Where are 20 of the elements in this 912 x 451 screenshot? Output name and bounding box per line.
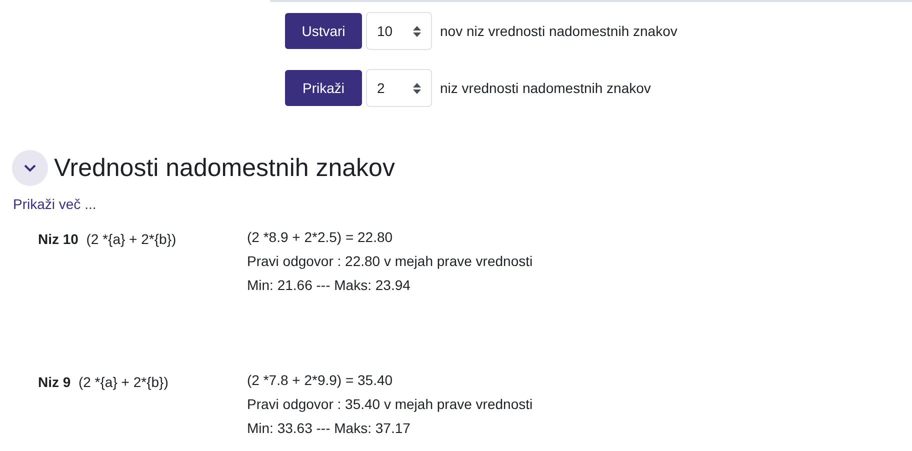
number-dropdown[interactable]: 10 xyxy=(366,12,432,50)
result-text: Pravi odgovor : 22.80 v mejah prave vrednosti xyxy=(247,252,533,271)
show-more-link[interactable]: Prikaži več ... xyxy=(13,194,96,215)
collapse-toggle[interactable] xyxy=(12,150,48,186)
section-title: Vrednosti nadomestnih znakov xyxy=(54,153,395,183)
result-text: Min: 21.66 --- Maks: 23.94 xyxy=(247,276,412,295)
control-label: nov niz vrednosti nadomestnih znakov xyxy=(440,22,678,40)
set-label: Niz 9 (2 *{a} + 2*{b}) xyxy=(37,373,170,392)
action-button[interactable]: Prikaži xyxy=(285,70,362,106)
result-text: (2 *7.8 + 2*9.9) = 35.40 xyxy=(247,371,394,390)
updown-icon xyxy=(413,82,421,94)
result-text: Pravi odgovor : 35.40 v mejah prave vrednosti xyxy=(247,395,533,414)
number-dropdown[interactable]: 2 xyxy=(366,69,432,107)
set-label: Niz 10 (2 *{a} + 2*{b}) xyxy=(37,230,178,249)
updown-icon xyxy=(413,26,421,36)
result-text: (2 *8.9 + 2*2.5) = 22.80 xyxy=(247,228,394,247)
action-button[interactable]: Ustvari xyxy=(285,13,362,49)
control-label: niz vrednosti nadomestnih znakov xyxy=(440,78,651,98)
result-text: Min: 33.63 --- Maks: 37.17 xyxy=(247,419,412,438)
chevron-icon xyxy=(24,164,36,172)
